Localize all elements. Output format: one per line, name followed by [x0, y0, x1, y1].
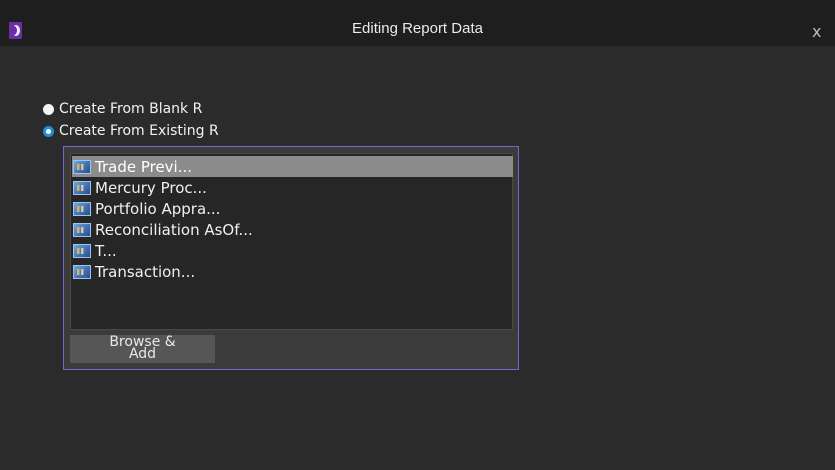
list-item[interactable]: Trade Previ...: [72, 156, 513, 177]
report-icon: [73, 243, 91, 258]
report-icon: [73, 222, 91, 237]
list-item[interactable]: Portfolio Appra...: [72, 198, 513, 219]
report-icon: [73, 264, 91, 279]
list-item[interactable]: T...: [72, 240, 513, 261]
report-icon: [73, 180, 91, 195]
list-item-label: T...: [95, 241, 117, 260]
radio-existing[interactable]: [43, 125, 54, 137]
title-bar: Editing Report Data x: [0, 0, 835, 46]
report-icon: [73, 201, 91, 216]
list-item-label: Transaction...: [95, 262, 196, 281]
report-list[interactable]: Trade Previ... Mercury Proc... Portfolio…: [70, 153, 513, 330]
list-item-label: Reconciliation AsOf...: [95, 220, 253, 239]
list-item-label: Trade Previ...: [95, 157, 193, 176]
create-options: Create From Blank R Create From Existing…: [43, 98, 219, 142]
radio-blank[interactable]: [43, 103, 54, 115]
list-item-label: Portfolio Appra...: [95, 199, 221, 218]
existing-report-panel: Trade Previ... Mercury Proc... Portfolio…: [63, 146, 519, 370]
option-blank-label[interactable]: Create From Blank R: [59, 101, 202, 117]
list-item[interactable]: Reconciliation AsOf...: [72, 219, 513, 240]
option-create-blank[interactable]: Create From Blank R: [43, 98, 219, 120]
list-item[interactable]: Transaction...: [72, 261, 513, 282]
option-existing-label[interactable]: Create From Existing R: [59, 123, 219, 139]
option-create-existing[interactable]: Create From Existing R: [43, 120, 219, 142]
browse-add-line2: Add: [128, 346, 157, 362]
report-icon: [73, 159, 91, 174]
browse-add-button[interactable]: Browse & Add: [70, 335, 215, 363]
list-item[interactable]: Mercury Proc...: [72, 177, 513, 198]
list-item-label: Mercury Proc...: [95, 178, 207, 197]
window-title: Editing Report Data: [352, 20, 483, 37]
close-icon[interactable]: x: [812, 24, 821, 40]
